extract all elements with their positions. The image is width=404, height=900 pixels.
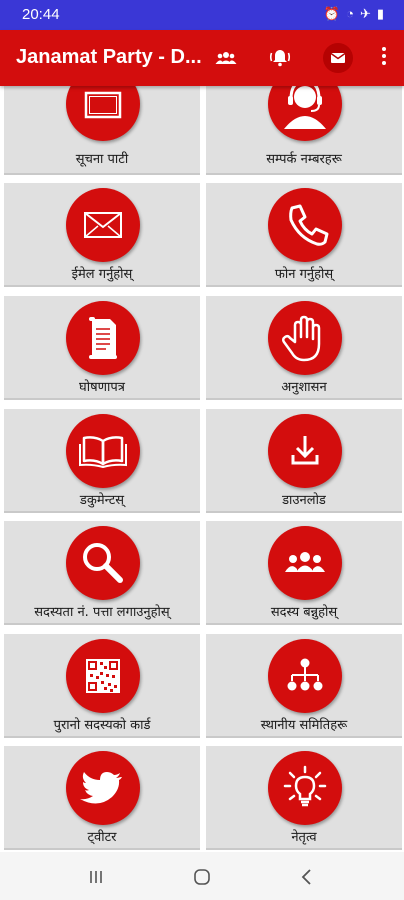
overflow-menu-icon[interactable]	[372, 44, 396, 72]
tile-label: सदस्यता नं. पत्ता लगाउनुहोस्	[34, 605, 170, 620]
tile-label: डाउनलोड	[282, 493, 326, 508]
envelope-icon	[66, 188, 140, 262]
battery-icon: ▮	[376, 6, 390, 21]
tile-label: नेतृत्व	[291, 830, 317, 845]
notice-board-icon	[66, 86, 140, 141]
app-title: Janamat Party - D...	[16, 46, 202, 68]
tile-manifesto[interactable]: घोषणापत्र	[4, 296, 200, 400]
tile-label: ईमेल गर्नुहोस्	[71, 267, 133, 282]
light-bulb-icon	[268, 751, 342, 825]
group-users-icon	[268, 526, 342, 600]
wifi-icon: ◔	[346, 6, 360, 21]
magnifier-icon	[66, 526, 140, 600]
tile-old-member-card[interactable]: पुरानो सदस्यको कार्ड	[4, 634, 200, 738]
tile-label: डकुमेन्टस्	[79, 493, 125, 508]
tile-label: फोन गर्नुहोस्	[274, 267, 334, 282]
alarm-icon: ⏰	[323, 6, 347, 21]
tile-documents[interactable]: डकुमेन्टस्	[4, 409, 200, 513]
tile-twitter[interactable]: ट्वीटर	[4, 746, 200, 850]
mail-icon	[330, 52, 346, 63]
app-bar: Janamat Party - D...	[0, 30, 404, 86]
tile-label: अनुशासन	[281, 380, 327, 395]
download-icon	[268, 414, 342, 488]
tile-label: घोषणापत्र	[79, 380, 125, 395]
notification-bell-icon[interactable]	[268, 46, 292, 70]
twitter-bird-icon	[66, 751, 140, 825]
members-icon[interactable]	[214, 46, 238, 70]
recent-apps-icon[interactable]	[85, 866, 107, 888]
back-icon[interactable]	[296, 866, 318, 888]
tile-notice-board[interactable]: सूचना पाटी	[4, 86, 200, 175]
hierarchy-icon	[268, 639, 342, 713]
system-nav-bar	[0, 852, 404, 900]
status-icons: ⏰◔✈▮	[324, 6, 390, 22]
tile-phone[interactable]: फोन गर्नुहोस्	[206, 183, 402, 287]
tile-find-membership[interactable]: सदस्यता नं. पत्ता लगाउनुहोस्	[4, 521, 200, 625]
tile-label: सम्पर्क नम्बरहरू	[266, 152, 342, 167]
raised-hand-icon	[268, 301, 342, 375]
scroll-document-icon	[66, 301, 140, 375]
tile-label: सूचना पाटी	[75, 152, 129, 167]
home-icon[interactable]	[191, 866, 213, 888]
tile-contact-numbers[interactable]: सम्पर्क नम्बरहरू	[206, 86, 402, 175]
tile-label: सदस्य बन्नुहोस्	[270, 605, 338, 620]
tile-local-committees[interactable]: स्थानीय समितिहरू	[206, 634, 402, 738]
tile-email[interactable]: ईमेल गर्नुहोस्	[4, 183, 200, 287]
status-time: 20:44	[22, 6, 60, 23]
status-bar: 20:44 ⏰◔✈▮	[0, 0, 404, 30]
mail-button[interactable]	[323, 43, 353, 73]
tile-label: पुरानो सदस्यको कार्ड	[53, 718, 151, 733]
menu-grid: सूचना पाटी सम्पर्क नम्बरहरू ईमेल गर्नुहो…	[0, 86, 404, 852]
tile-label: स्थानीय समितिहरू	[260, 718, 348, 733]
phone-icon	[268, 188, 342, 262]
airplane-icon: ✈	[359, 6, 377, 21]
headset-support-icon	[268, 86, 342, 141]
tile-leadership[interactable]: नेतृत्व	[206, 746, 402, 850]
tile-become-member[interactable]: सदस्य बन्नुहोस्	[206, 521, 402, 625]
tile-download[interactable]: डाउनलोड	[206, 409, 402, 513]
open-book-icon	[66, 414, 140, 488]
qr-code-icon	[66, 639, 140, 713]
tile-label: ट्वीटर	[87, 830, 117, 845]
tile-discipline[interactable]: अनुशासन	[206, 296, 402, 400]
